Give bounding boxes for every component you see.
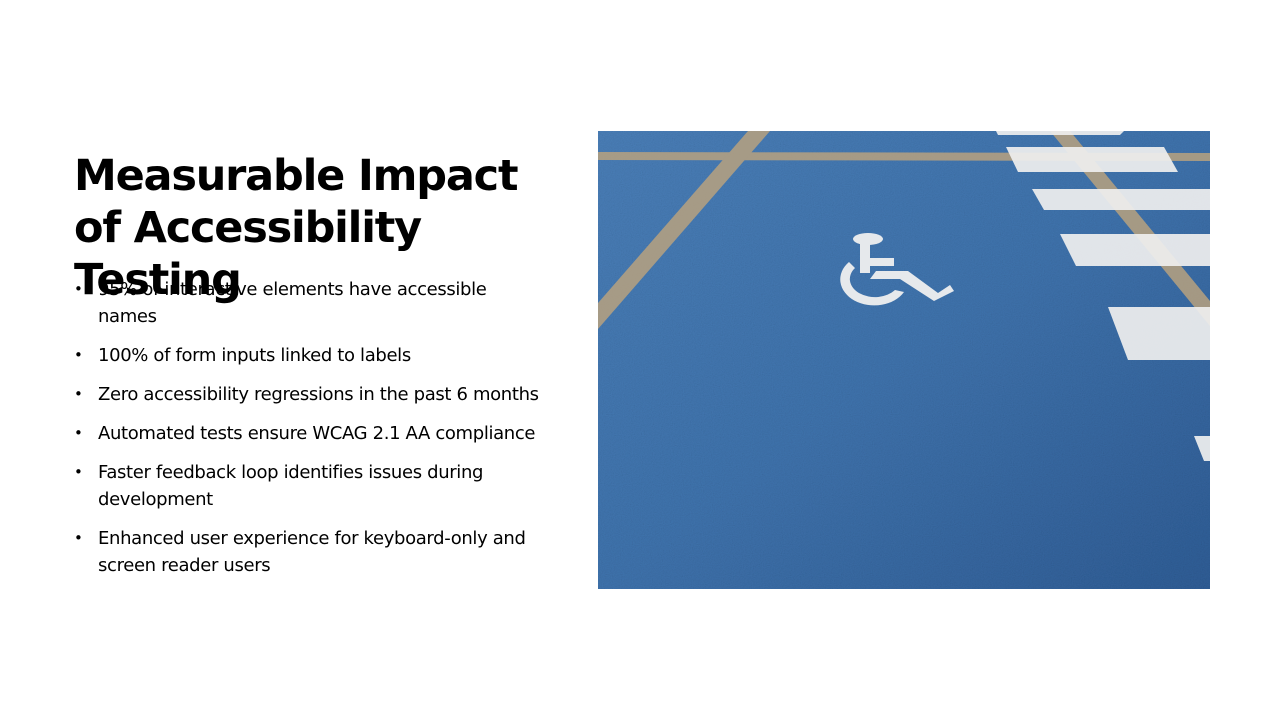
bullet-list: • 95% of interactive elements have acces… (74, 276, 544, 591)
bullet-text: Enhanced user experience for keyboard-on… (98, 528, 526, 576)
parking-photo-svg (598, 131, 1210, 589)
bullet-item: • Automated tests ensure WCAG 2.1 AA com… (74, 420, 544, 447)
bullet-item: • Faster feedback loop identifies issues… (74, 459, 544, 513)
bullet-dot-icon: • (74, 529, 83, 547)
slide: Measurable Impact of Accessibility Testi… (0, 0, 1280, 720)
bullet-item: • Zero accessibility regressions in the … (74, 381, 544, 408)
bullet-text: 100% of form inputs linked to labels (98, 345, 411, 366)
bullet-item: • 95% of interactive elements have acces… (74, 276, 544, 330)
accessible-parking-photo (598, 131, 1210, 589)
bullet-item: • 100% of form inputs linked to labels (74, 342, 544, 369)
bullet-dot-icon: • (74, 424, 83, 442)
bullet-item: • Enhanced user experience for keyboard-… (74, 525, 544, 579)
bullet-text: Faster feedback loop identifies issues d… (98, 462, 484, 510)
bullet-text: Zero accessibility regressions in the pa… (98, 384, 539, 405)
bullet-text: Automated tests ensure WCAG 2.1 AA compl… (98, 423, 536, 444)
bullet-dot-icon: • (74, 280, 83, 298)
bullet-dot-icon: • (74, 463, 83, 481)
bullet-dot-icon: • (74, 385, 83, 403)
bullet-text: 95% of interactive elements have accessi… (98, 279, 487, 327)
bullet-dot-icon: • (74, 346, 83, 364)
